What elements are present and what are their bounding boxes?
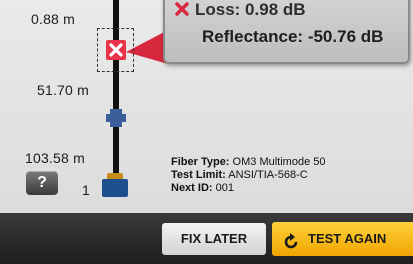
trace-view: 0.88 m 51.70 m 103.58 m Loss: 0.98 dB Re… <box>0 0 413 213</box>
loss-value: Loss: 0.98 dB <box>195 0 306 19</box>
refresh-icon <box>282 230 300 264</box>
connector-event-core <box>110 109 122 127</box>
fiber-type-line: Fiber Type: OM3 Multimode 50 <box>171 156 326 168</box>
fix-later-button[interactable]: FIX LATER <box>162 223 266 255</box>
test-again-button[interactable]: TEST AGAIN <box>272 222 413 256</box>
fail-x-icon[interactable] <box>106 40 126 60</box>
test-again-label: TEST AGAIN <box>308 231 387 246</box>
end-event-number: 1 <box>82 182 90 198</box>
reflectance-value: Reflectance: -50.76 dB <box>202 27 384 46</box>
help-icon: ? <box>37 174 47 191</box>
help-button[interactable]: ? <box>26 171 58 195</box>
fail-x-icon <box>175 1 189 21</box>
next-id-line: Next ID: 001 <box>171 182 234 194</box>
end-connector <box>102 179 128 197</box>
event-details-popup: Loss: 0.98 dB Reflectance: -50.76 dB <box>163 0 410 64</box>
test-limit-line: Test Limit: ANSI/TIA-568-C <box>171 169 308 181</box>
